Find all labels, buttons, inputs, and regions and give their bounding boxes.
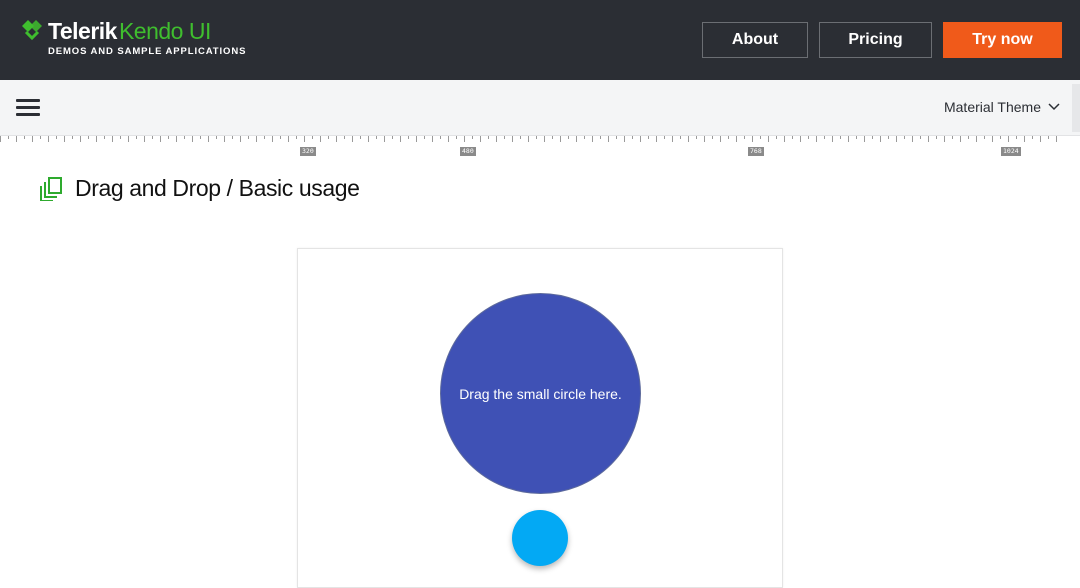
demo-container: Drag the small circle here. bbox=[297, 248, 783, 588]
logo-brand-secondary: Kendo UI bbox=[118, 18, 211, 44]
drop-target-text: Drag the small circle here. bbox=[459, 385, 622, 402]
telerik-kendo-logo[interactable]: TelerikKendo UI DEMOS AND SAMPLE APPLICA… bbox=[20, 18, 245, 57]
chevron-down-icon bbox=[1048, 103, 1060, 111]
demo-toolbar: Material Theme bbox=[0, 80, 1080, 136]
pricing-button[interactable]: Pricing bbox=[819, 22, 932, 58]
drop-target-circle[interactable]: Drag the small circle here. bbox=[440, 293, 641, 494]
ruler-label-480: 480 bbox=[460, 147, 476, 156]
ruler-label-768: 768 bbox=[748, 147, 764, 156]
top-header: TelerikKendo UI DEMOS AND SAMPLE APPLICA… bbox=[0, 0, 1080, 80]
ruler-ticks bbox=[0, 136, 1057, 142]
draggable-circle[interactable] bbox=[512, 510, 568, 566]
drag-drop-icon bbox=[40, 177, 62, 201]
try-now-button[interactable]: Try now bbox=[943, 22, 1062, 58]
theme-selector-label: Material Theme bbox=[943, 99, 1041, 115]
logo-brand-primary: Telerik bbox=[48, 18, 117, 44]
kendo-logo-icon bbox=[22, 20, 42, 41]
hamburger-icon[interactable] bbox=[16, 99, 40, 117]
about-button[interactable]: About bbox=[702, 22, 808, 58]
page-title: Drag and Drop / Basic usage bbox=[75, 175, 360, 201]
theme-selector[interactable]: Material Theme bbox=[944, 99, 1060, 115]
logo-tagline: DEMOS AND SAMPLE APPLICATIONS bbox=[48, 46, 247, 57]
ruler-label-1024: 1024 bbox=[1001, 147, 1021, 156]
toolbar-scrollbar[interactable] bbox=[1072, 84, 1080, 132]
ruler-label-320: 320 bbox=[300, 147, 316, 156]
responsive-ruler: 320 480 768 1024 bbox=[0, 136, 1080, 158]
